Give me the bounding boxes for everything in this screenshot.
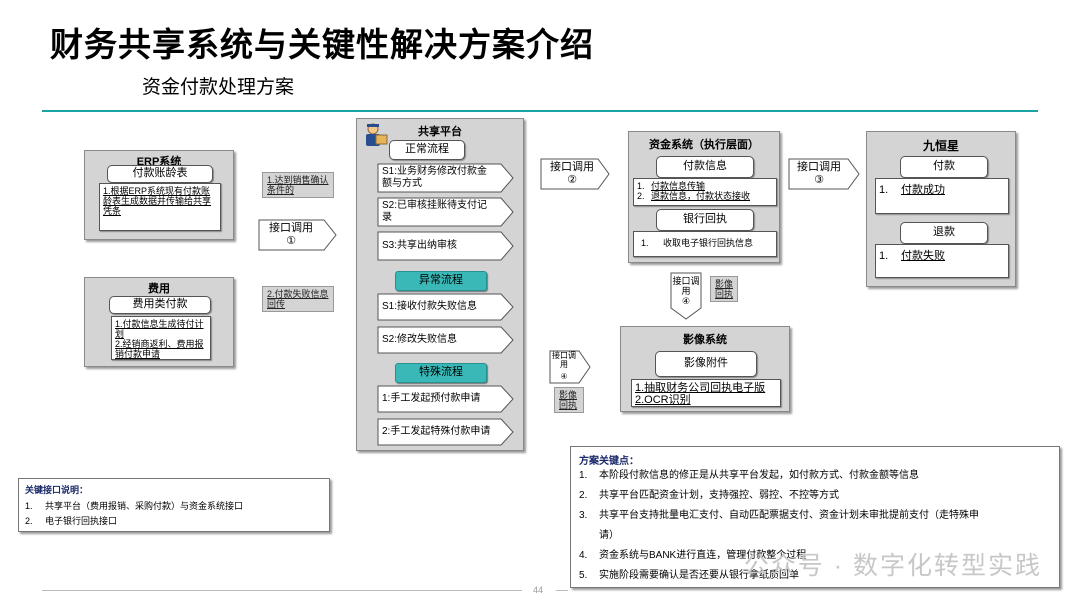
arrow-4-label: 接口调用 [672,276,700,296]
key-interface-item-1: 1. 共享平台（费用报销、采购付款）与资金系统接口 [25,499,243,512]
expense-title: 费用 [148,283,170,295]
key-interface-title: 关键接口说明： [25,485,89,495]
page-number: 44 [533,585,544,595]
jhx-refund-line: 付款失败 [901,250,945,262]
key-point-num-4: 4. [579,550,588,561]
key-point-num-5: 5. [579,570,588,581]
normal-step-1-text: S1:业务财务修改付款金额与方式 [382,166,488,189]
interface-arrow-4: 接口调用 ④ [670,272,702,320]
share-platform-panel: 共享平台 正常流程 S1:业务财务修改付款金额与方式 S2:已审核挂账待支付记录… [356,118,524,451]
expense-pill: 费用类付款 [109,296,211,314]
image-system-panel: 影像系统 影像附件 1.抽取财务公司回执电子版 2.OCR识别 [620,326,790,412]
erp-system-panel: ERP系统 付款账龄表 1.根据ERP系统现有付款账龄表生成数据并传输给共享凭条 [84,150,234,240]
arrow-3-num: ③ [814,174,824,186]
share-title: 共享平台 [418,126,462,138]
fund-pay-line-1: 付款信息传输 [651,181,706,191]
key-interface-num-2: 2. [25,516,33,526]
expense-line-1: 1.付款信息生成待付计划 [115,319,204,339]
jiuhengxing-panel: 九恒星 付款 1. 付款成功 退款 1. 付款失败 [866,131,1016,287]
key-interface-note: 关键接口说明： 1. 共享平台（费用报销、采购付款）与资金系统接口 2. 电子银行回… [18,478,330,532]
erp-content: 1.根据ERP系统现有付款账龄表生成数据并传输给共享凭条 [99,183,221,231]
key-point-num-1: 1. [579,470,588,481]
special-step-1-text: 1:手工发起预付款申请 [382,393,481,404]
image-line-1: 1.抽取财务公司回执电子版 [635,382,766,394]
erp-content-text: 1.根据ERP系统现有付款账龄表生成数据并传输给共享凭条 [103,186,212,216]
key-points-title: 方案关键点： [579,456,639,467]
abnormal-step-2-text: S2:修改失败信息 [382,334,458,345]
normal-step-2-text: S2:已审核挂账待支付记录 [382,200,488,223]
fund-pay-line-2: 退款信息，付款状态接收 [651,191,751,201]
key-interface-text-1: 共享平台（费用报销、采购付款）与资金系统接口 [45,501,244,511]
fund-system-panel: 资金系统（执行层面） 付款信息 1. 付款信息传输 2. 退款信息，付款状态接收 银… [628,131,780,263]
share-special-step-2: 2:手工发起特殊付款申请 [377,418,514,446]
special-step-2-text: 2:手工发起特殊付款申请 [382,426,491,437]
jhx-pay-pill: 付款 [900,156,988,178]
key-point-text-2: 共享平台匹配资金计划，支持强控、弱控、不控等方式 [599,490,839,501]
key-point-1: 1. 本阶段付款信息的修正是从共享平台发起，如付款方式、付款金额等信息 [579,467,1051,485]
fund-receipt-pill: 银行回执 [656,209,754,231]
page-subtitle: 资金付款处理方案 [142,77,295,98]
key-point-num-2: 2. [579,490,588,501]
jhx-pay-content: 1. 付款成功 [875,178,1009,214]
arrow-2-label: 接口调用 [550,161,594,173]
image-title: 影像系统 [683,334,727,346]
share-special-step-1: 1:手工发起预付款申请 [377,385,514,413]
interface-arrow-1: 接口调用 ① [258,219,338,251]
expense-panel: 费用 费用类付款 1.付款信息生成待付计划 2.经销商返利、费用报销付款申请 [84,277,234,367]
arrow-1-num: ① [286,235,296,247]
interface-arrow-3: 接口调用 ③ [788,158,860,190]
jhx-title: 九恒星 [922,139,959,153]
image-receipt-tag-2: 影像回执 [554,387,584,413]
expense-line-2: 2.经销商返利、费用报销付款申请 [115,339,204,359]
key-point-3: 3. 共享平台支持批量电汇支付、自动匹配票据支付、资金计划未审批提前支付（走特殊申 [579,507,1051,525]
image-line-2: 2.OCR识别 [635,394,691,406]
watermark: 公众号 · 数字化转型实践 [743,552,1042,580]
key-point-3-cont: 请） [599,530,619,541]
fail-info-tag: 2.付款失败信息回传 [262,286,334,312]
arrow-5-label: 接口调用 [552,351,576,369]
arrow-2-num: ② [567,174,577,186]
arrow-3-label: 接口调用 [797,161,841,173]
expense-content: 1.付款信息生成待付计划 2.经销商返利、费用报销付款申请 [111,316,211,360]
jhx-refund-content: 1. 付款失败 [875,244,1009,278]
fund-title: 资金系统（执行层面） [649,139,759,151]
fund-receipt-content: 1. 收取电子银行回执信息 [633,231,777,257]
key-point-num-3: 3. [579,510,588,521]
image-content: 1.抽取财务公司回执电子版 2.OCR识别 [631,379,781,407]
image-receipt-tag-1: 影像回执 [710,276,738,302]
abnormal-flow-pill: 异常流程 [395,271,487,291]
key-point-2: 2. 共享平台匹配资金计划，支持强控、弱控、不控等方式 [579,487,1051,505]
normal-flow-pill: 正常流程 [389,140,465,160]
footer-line-right [556,590,568,591]
page-title: 财务共享系统与关键性解决方案介绍 [50,26,594,63]
abnormal-step-1-text: S1:接收付款失败信息 [382,301,478,312]
share-normal-step-3: S3:共享出纳审核 [377,231,514,261]
share-normal-step-2: S2:已审核挂账待支付记录 [377,197,514,227]
condition-tag: 1.达到销售确认条件的 [262,172,334,198]
fund-receipt-line-1: 收取电子银行回执信息 [663,238,754,248]
image-pill: 影像附件 [655,351,757,377]
erp-pill: 付款账龄表 [107,165,213,183]
jhx-pay-line: 付款成功 [901,184,945,196]
jhx-refund-pill: 退款 [900,222,988,244]
fund-pay-pill: 付款信息 [656,156,754,178]
key-interface-item-2: 2. 电子银行回执接口 [25,514,117,527]
fund-pay-content: 1. 付款信息传输 2. 退款信息，付款状态接收 [633,178,777,206]
special-flow-pill: 特殊流程 [395,363,487,383]
key-interface-text-2: 电子银行回执接口 [45,516,118,526]
key-point-text-3: 共享平台支持批量电汇支付、自动匹配票据支付、资金计划未审批提前支付（走特殊申 [599,510,979,521]
arrow-4-num: ④ [681,296,691,306]
normal-step-3-text: S3:共享出纳审核 [382,240,458,251]
arrow-1-label: 接口调用 [269,222,313,234]
interface-arrow-2: 接口调用 ② [540,158,610,190]
share-normal-step-1: S1:业务财务修改付款金额与方式 [377,163,514,193]
share-abnormal-step-2: S2:修改失败信息 [377,326,514,354]
key-point-text-1: 本阶段付款信息的修正是从共享平台发起，如付款方式、付款金额等信息 [599,470,919,481]
footer-line-left [42,590,522,591]
key-interface-num-1: 1. [25,501,33,511]
header-divider [42,110,1038,112]
arrow-5-num: ④ [560,372,568,381]
share-abnormal-step-1: S1:接收付款失败信息 [377,293,514,321]
interface-arrow-5: 接口调用 ④ [549,350,591,384]
